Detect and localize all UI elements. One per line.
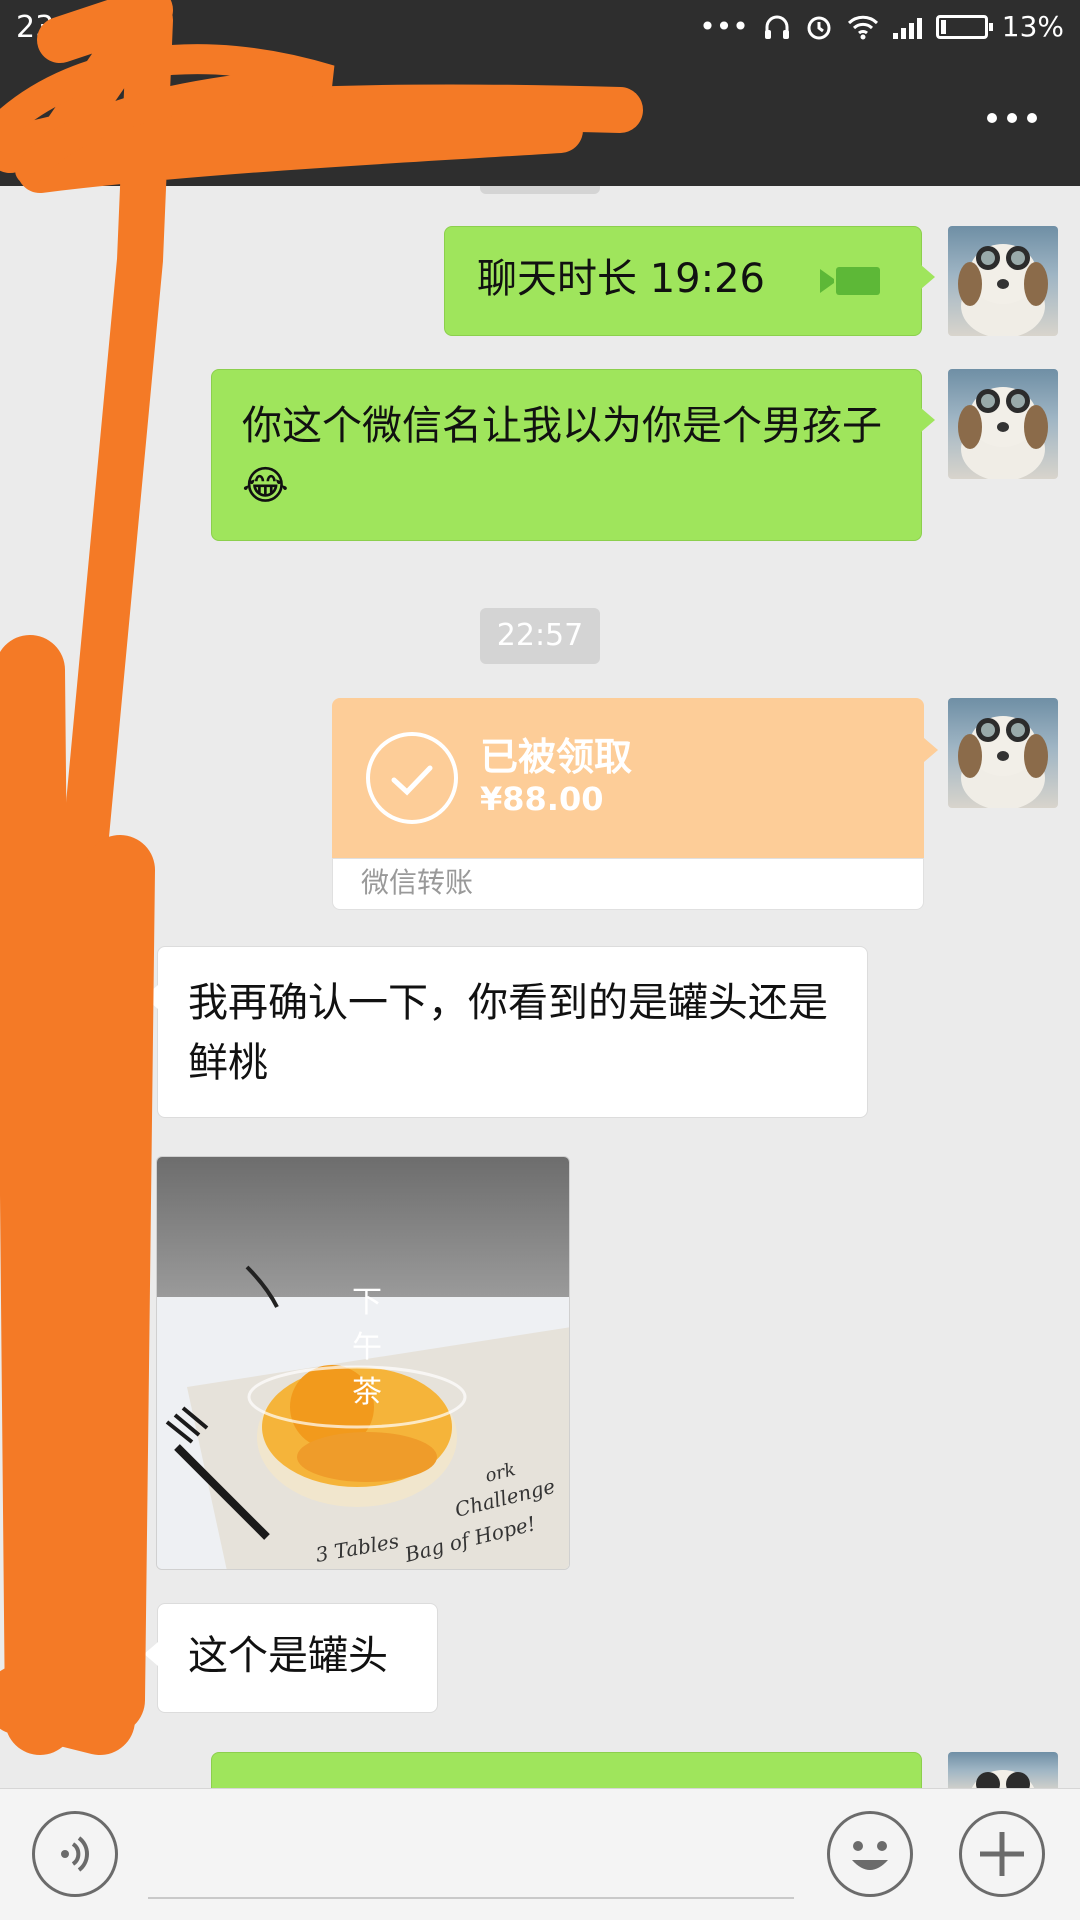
image-caption-char: 茶 xyxy=(352,1375,382,1410)
check-circle-icon xyxy=(366,732,458,824)
avatar-self[interactable] xyxy=(948,1752,1058,1788)
avatar-contact[interactable] xyxy=(20,1603,130,1713)
battery-icon xyxy=(935,14,993,39)
wifi-icon xyxy=(847,15,878,39)
alarm-icon xyxy=(807,16,831,39)
message-bubble-partial[interactable] xyxy=(211,1752,922,1788)
transfer-status: 已被领取 xyxy=(480,735,633,779)
status-bar: 23:0 ••• 13% xyxy=(0,0,1080,58)
more-dots-icon: ••• xyxy=(699,10,749,43)
message-bubble[interactable]: 你这个微信名让我以为你是个男孩子😂 xyxy=(211,369,935,541)
message-call-duration[interactable]: 聊天时长 19:26 xyxy=(444,226,935,336)
transfer-amount: ¥88.00 xyxy=(480,780,604,818)
image-caption-char: 下 xyxy=(352,1285,382,1320)
transfer-card-body: 已被领取 ¥88.00 xyxy=(332,698,938,858)
message-text: 聊天时长 19:26 xyxy=(477,256,765,302)
message-image[interactable]: 下 午 茶 3 Tables Challenge Bag of Hope! or… xyxy=(156,1156,570,1570)
battery-percent: 13% xyxy=(1001,10,1064,43)
transfer-card[interactable]: 已被领取 ¥88.00 微信转账 xyxy=(332,698,938,910)
avatar-self[interactable] xyxy=(948,698,1058,808)
headphones-icon xyxy=(764,15,789,39)
signal-icon xyxy=(892,15,922,39)
video-call-icon xyxy=(819,267,880,295)
chat-header xyxy=(0,58,1080,186)
chat-area[interactable]: 聊天时长 19:26 你这个微信名让我以为你是个男孩子😂 22:57 已被领取 … xyxy=(0,186,1080,1788)
timestamp-partial xyxy=(480,186,600,194)
emoji-icon[interactable] xyxy=(827,1811,913,1897)
message-timestamp: 22:57 xyxy=(480,608,600,664)
status-icons: ••• 13% xyxy=(699,10,1064,43)
plus-icon[interactable] xyxy=(959,1811,1045,1897)
transfer-footer: 微信转账 xyxy=(332,858,924,910)
message-text: 我再确认一下，你看到的是罐头还是鲜桃 xyxy=(188,980,828,1086)
voice-icon[interactable] xyxy=(32,1811,118,1897)
more-icon[interactable] xyxy=(972,88,1052,148)
message-text: 这个是罐头 xyxy=(188,1633,388,1679)
avatar-self[interactable] xyxy=(948,226,1058,336)
message-bubble[interactable]: 这个是罐头 xyxy=(144,1603,438,1713)
message-bubble[interactable]: 我再确认一下，你看到的是罐头还是鲜桃 xyxy=(144,946,868,1118)
status-time: 23:0 xyxy=(16,10,84,45)
input-bar xyxy=(0,1788,1080,1920)
message-input[interactable] xyxy=(148,1897,794,1899)
image-caption-char: 午 xyxy=(352,1330,382,1365)
avatar-self[interactable] xyxy=(948,369,1058,479)
message-text: 你这个微信名让我以为你是个男孩子😂 xyxy=(242,403,882,509)
